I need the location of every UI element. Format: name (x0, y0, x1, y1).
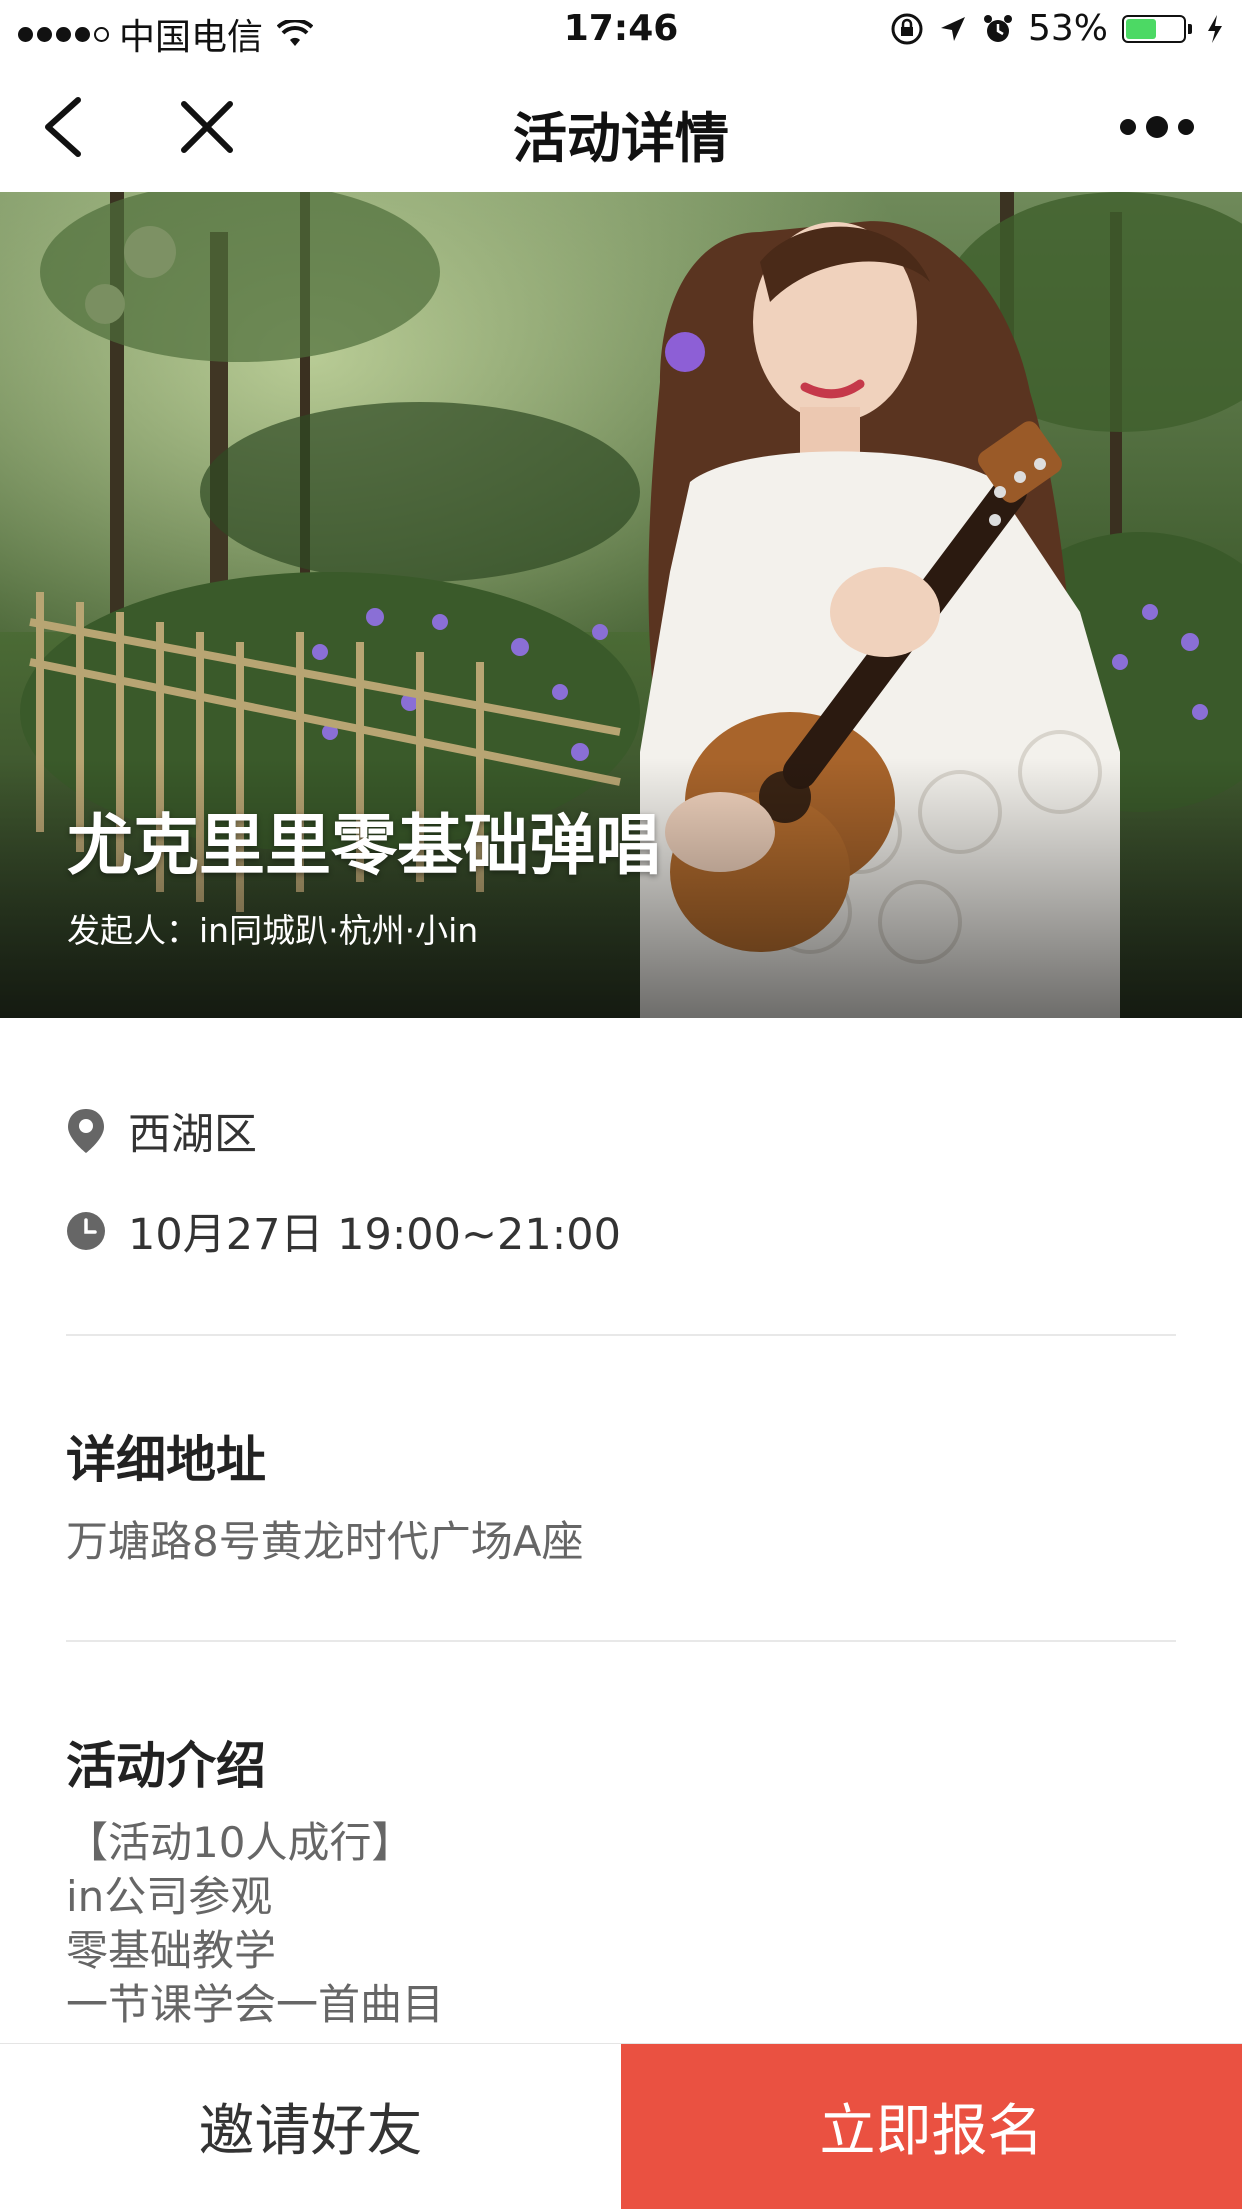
location-row[interactable]: 西湖区 (66, 1100, 257, 1162)
charging-bolt-icon (1208, 14, 1222, 43)
divider (66, 1640, 1176, 1642)
orientation-lock-icon (891, 13, 923, 44)
time-text: 10月27日 19:00~21:00 (128, 1210, 621, 1260)
more-dots-icon (1120, 116, 1194, 138)
location-pin-icon (68, 1109, 104, 1153)
activity-organizer: 发起人：in同城趴·杭州·小in (67, 911, 479, 950)
invite-friends-button[interactable]: 邀请好友 (0, 2044, 621, 2209)
intro-heading: 活动介绍 (66, 1737, 266, 1795)
intro-line: 一节课学会一首曲目 (66, 1980, 445, 2029)
intro-line: 零基础教学 (66, 1926, 277, 1975)
location-text: 西湖区 (128, 1110, 257, 1160)
more-options-button[interactable] (1112, 92, 1202, 162)
battery-icon (1122, 14, 1192, 43)
page-title: 活动详情 (513, 107, 729, 170)
intro-line: in公司参观 (66, 1872, 273, 1921)
intro-text: 【活动10人成行】 in公司参观 零基础教学 一节课学会一首曲目 (66, 1816, 444, 2032)
sign-up-button[interactable]: 立即报名 (621, 2044, 1242, 2209)
battery-percent: 53% (1027, 8, 1108, 49)
activity-cover-image: 尤克里里零基础弹唱 发起人：in同城趴·杭州·小in (0, 192, 1242, 1018)
divider (66, 1334, 1176, 1336)
location-arrow-icon (940, 16, 965, 41)
intro-line: 【活动10人成行】 (66, 1818, 414, 1867)
address-heading: 详细地址 (66, 1431, 266, 1489)
status-right: 53% (890, 8, 1224, 49)
alarm-icon (983, 14, 1012, 42)
navigation-bar: 活动详情 (0, 62, 1242, 192)
time-row: 10月27日 19:00~21:00 (66, 1200, 621, 1262)
activity-title: 尤克里里零基础弹唱 (67, 807, 661, 884)
clock-icon (67, 1212, 105, 1250)
status-bar: 中国电信 17:46 53% (0, 0, 1242, 62)
address-text: 万塘路8号黄龙时代广场A座 (66, 1517, 584, 1566)
bottom-action-bar: 邀请好友 立即报名 (0, 2043, 1242, 2209)
